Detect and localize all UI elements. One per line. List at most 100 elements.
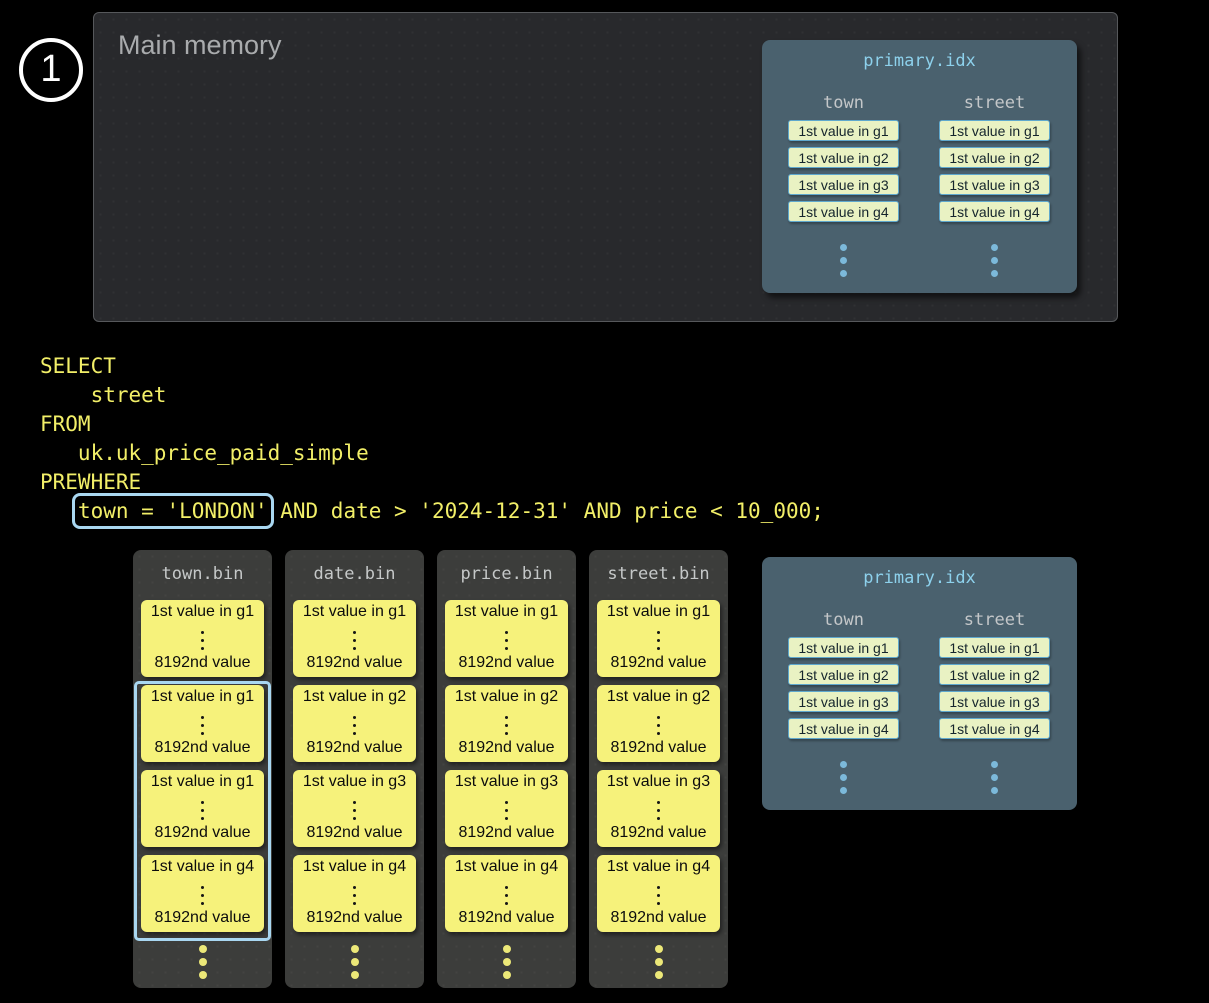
granule-last-value: 8192nd value — [154, 739, 250, 757]
granule-last-value: 8192nd value — [154, 654, 250, 672]
idx-column-header: town — [823, 609, 864, 631]
granule-first-value: 1st value in g4 — [607, 858, 710, 876]
granule-last-value: 8192nd value — [306, 824, 402, 842]
step-number-badge: 1 — [19, 38, 83, 102]
primary-idx-title: primary.idx — [762, 40, 1077, 72]
bin-file-street: street.bin 1st value in g1 8192nd value … — [589, 550, 728, 988]
ellipsis-dots-icon — [201, 711, 204, 735]
granule: 1st value in g4 8192nd value — [597, 855, 720, 932]
granule-last-value: 8192nd value — [458, 654, 554, 672]
granule: 1st value in g2 8192nd value — [445, 685, 568, 762]
ellipsis-dots-icon — [201, 881, 204, 905]
granule-list: 1st value in g1 8192nd value 1st value i… — [437, 598, 576, 932]
granule-last-value: 8192nd value — [610, 824, 706, 842]
ellipsis-dots-icon — [201, 796, 204, 820]
ellipsis-dots-icon — [657, 796, 660, 820]
granule: 1st value in g4 8192nd value — [445, 855, 568, 932]
granule-first-value: 1st value in g3 — [303, 773, 406, 791]
diagram-canvas: 1 Main memory primary.idx town 1st value… — [0, 0, 1209, 1003]
idx-column-header: town — [823, 92, 864, 114]
granule-first-value: 1st value in g2 — [607, 688, 710, 706]
sql-select-column: street — [40, 383, 166, 407]
granule: 1st value in g1 8192nd value — [445, 600, 568, 677]
ellipsis-dots-icon — [840, 238, 847, 277]
ellipsis-dots-icon — [353, 626, 356, 650]
granule-first-value: 1st value in g1 — [151, 603, 254, 621]
granule: 1st value in g1 8192nd value — [597, 600, 720, 677]
ellipsis-dots-icon — [201, 626, 204, 650]
granule-first-value: 1st value in g1 — [303, 603, 406, 621]
primary-idx-columns: town 1st value in g1 1st value in g2 1st… — [762, 72, 1077, 277]
granule: 1st value in g4 8192nd value — [293, 855, 416, 932]
granule-list: 1st value in g1 8192nd value 1st value i… — [589, 598, 728, 932]
ellipsis-dots-icon — [505, 711, 508, 735]
primary-idx-title: primary.idx — [762, 557, 1077, 589]
primary-idx-columns: town 1st value in g1 1st value in g2 1st… — [762, 589, 1077, 794]
idx-entry: 1st value in g3 — [788, 691, 899, 712]
ellipsis-dots-icon — [133, 940, 272, 979]
granule: 1st value in g3 8192nd value — [293, 770, 416, 847]
primary-idx-panel-memory: primary.idx town 1st value in g1 1st val… — [762, 40, 1077, 293]
idx-column-street: street 1st value in g1 1st value in g2 1… — [939, 72, 1050, 277]
granule-last-value: 8192nd value — [458, 909, 554, 927]
sql-remaining-predicates: AND date > '2024-12-31' AND price < 10_0… — [268, 499, 824, 523]
granule: 1st value in g4 8192nd value — [141, 855, 264, 932]
granule-first-value: 1st value in g3 — [607, 773, 710, 791]
sql-query: SELECT street FROM uk.uk_price_paid_simp… — [40, 352, 824, 526]
idx-entry: 1st value in g4 — [939, 201, 1050, 222]
granule-first-value: 1st value in g3 — [455, 773, 558, 791]
ellipsis-dots-icon — [657, 626, 660, 650]
idx-entry: 1st value in g3 — [788, 174, 899, 195]
bin-file-header: date.bin — [285, 550, 424, 598]
idx-entry: 1st value in g4 — [939, 718, 1050, 739]
ellipsis-dots-icon — [657, 711, 660, 735]
granule: 1st value in g3 8192nd value — [445, 770, 568, 847]
granule-last-value: 8192nd value — [458, 739, 554, 757]
ellipsis-dots-icon — [505, 881, 508, 905]
granule-first-value: 1st value in g1 — [151, 688, 254, 706]
granule-list: 1st value in g1 8192nd value 1st value i… — [285, 598, 424, 932]
idx-entry: 1st value in g2 — [939, 664, 1050, 685]
idx-entry: 1st value in g3 — [939, 691, 1050, 712]
ellipsis-dots-icon — [991, 238, 998, 277]
idx-column-header: street — [964, 92, 1025, 114]
granule-first-value: 1st value in g1 — [455, 603, 558, 621]
ellipsis-dots-icon — [505, 796, 508, 820]
prewhere-town-predicate: town = 'LONDON' — [78, 499, 268, 523]
step-number: 1 — [40, 50, 61, 88]
ellipsis-dots-icon — [840, 755, 847, 794]
ellipsis-dots-icon — [353, 711, 356, 735]
ellipsis-dots-icon — [353, 881, 356, 905]
granule-first-value: 1st value in g4 — [303, 858, 406, 876]
granule-last-value: 8192nd value — [610, 909, 706, 927]
ellipsis-dots-icon — [437, 940, 576, 979]
granule-last-value: 8192nd value — [306, 739, 402, 757]
main-memory-title: Main memory — [118, 30, 282, 61]
granule: 1st value in g2 8192nd value — [597, 685, 720, 762]
idx-entry: 1st value in g1 — [939, 120, 1050, 141]
granule-first-value: 1st value in g4 — [455, 858, 558, 876]
granule-last-value: 8192nd value — [306, 654, 402, 672]
idx-column-town: town 1st value in g1 1st value in g2 1st… — [788, 72, 899, 277]
granule: 1st value in g3 8192nd value — [597, 770, 720, 847]
granule-list: 1st value in g1 8192nd value 1st value i… — [133, 598, 272, 932]
ellipsis-dots-icon — [505, 626, 508, 650]
granule: 1st value in g1 8192nd value — [141, 600, 264, 677]
sql-table-name: uk.uk_price_paid_simple — [40, 441, 369, 465]
granule-last-value: 8192nd value — [610, 739, 706, 757]
sql-prewhere-keyword: PREWHERE — [40, 470, 141, 494]
ellipsis-dots-icon — [657, 881, 660, 905]
granule-last-value: 8192nd value — [306, 909, 402, 927]
granule-last-value: 8192nd value — [154, 909, 250, 927]
granule: 1st value in g2 8192nd value — [293, 685, 416, 762]
granule-first-value: 1st value in g1 — [151, 773, 254, 791]
idx-column-town: town 1st value in g1 1st value in g2 1st… — [788, 589, 899, 794]
granule: 1st value in g1 8192nd value — [141, 770, 264, 847]
idx-entry: 1st value in g3 — [939, 174, 1050, 195]
bin-file-price: price.bin 1st value in g1 8192nd value 1… — [437, 550, 576, 988]
granule-last-value: 8192nd value — [458, 824, 554, 842]
granule-first-value: 1st value in g1 — [607, 603, 710, 621]
bin-file-header: price.bin — [437, 550, 576, 598]
idx-entry: 1st value in g1 — [788, 637, 899, 658]
idx-entry: 1st value in g4 — [788, 201, 899, 222]
